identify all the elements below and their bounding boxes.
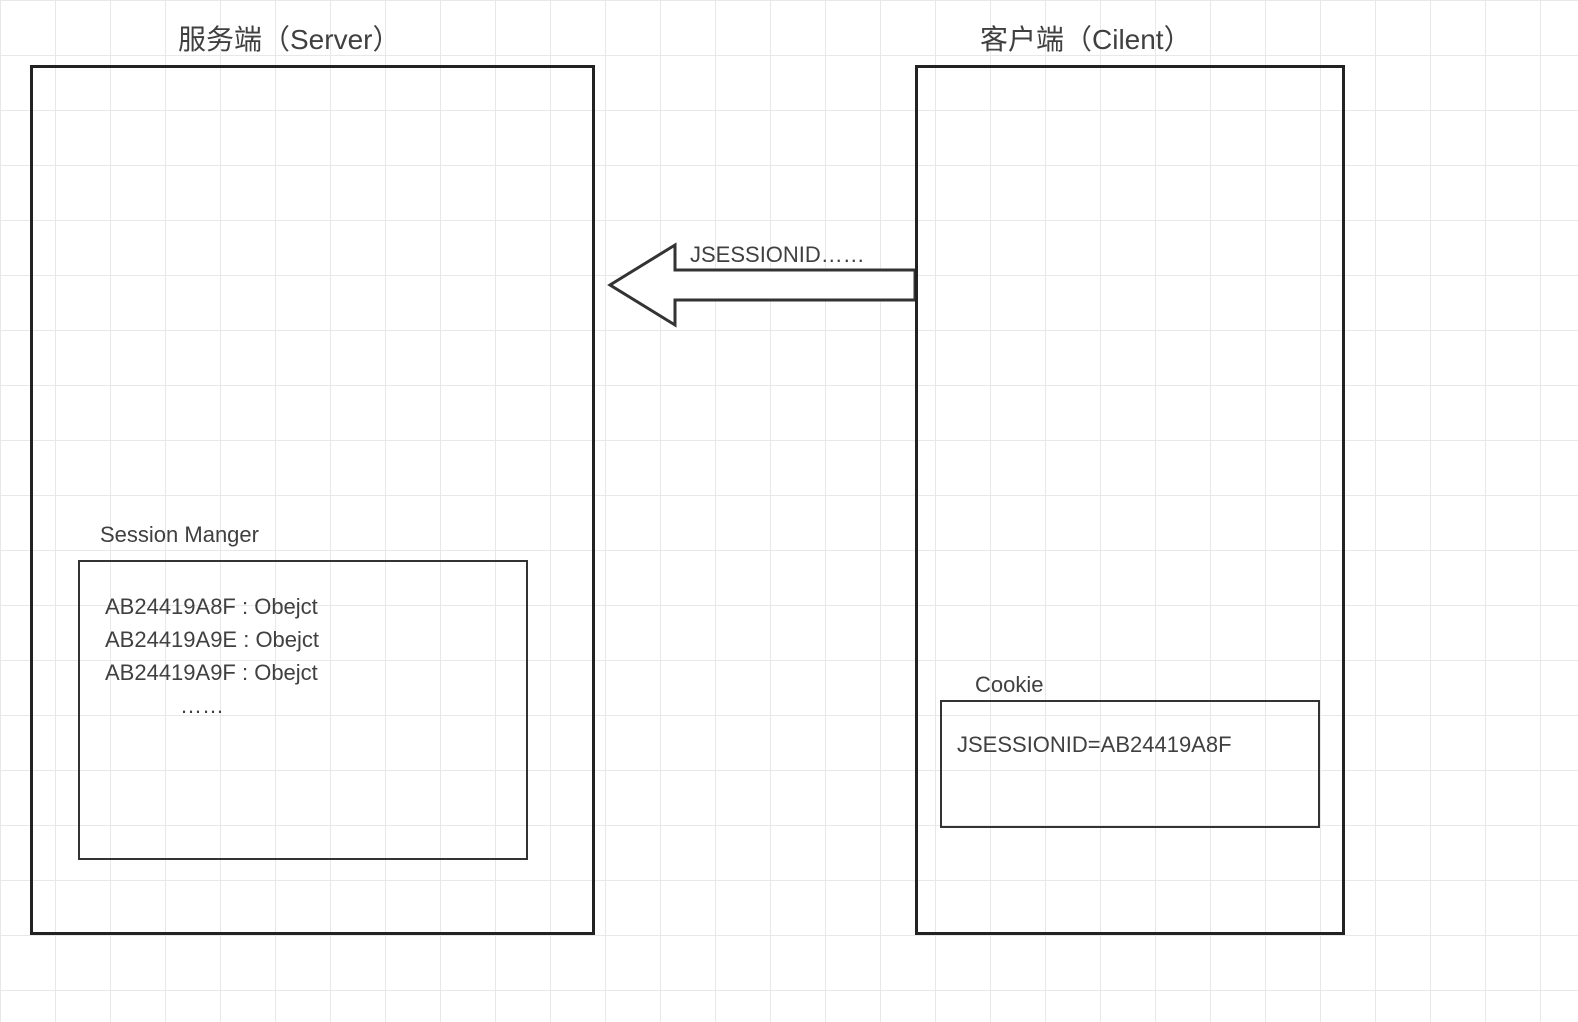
server-title: 服务端（Server） (178, 18, 400, 58)
session-ellipsis: …… (105, 689, 501, 722)
client-title: 客户端（Cilent） (980, 18, 1192, 58)
session-entry: AB24419A9E : Obejct (105, 623, 501, 656)
session-entry: AB24419A8F : Obejct (105, 590, 501, 623)
session-manager-label: Session Manger (100, 522, 259, 548)
arrow-icon (605, 240, 915, 330)
cookie-content: JSESSIONID=AB24419A8F (957, 732, 1232, 757)
cookie-label: Cookie (975, 672, 1043, 698)
session-entry: AB24419A9F : Obejct (105, 656, 501, 689)
cookie-box: JSESSIONID=AB24419A8F (940, 700, 1320, 828)
session-manager-box: AB24419A8F : Obejct AB24419A9E : Obejct … (78, 560, 528, 860)
